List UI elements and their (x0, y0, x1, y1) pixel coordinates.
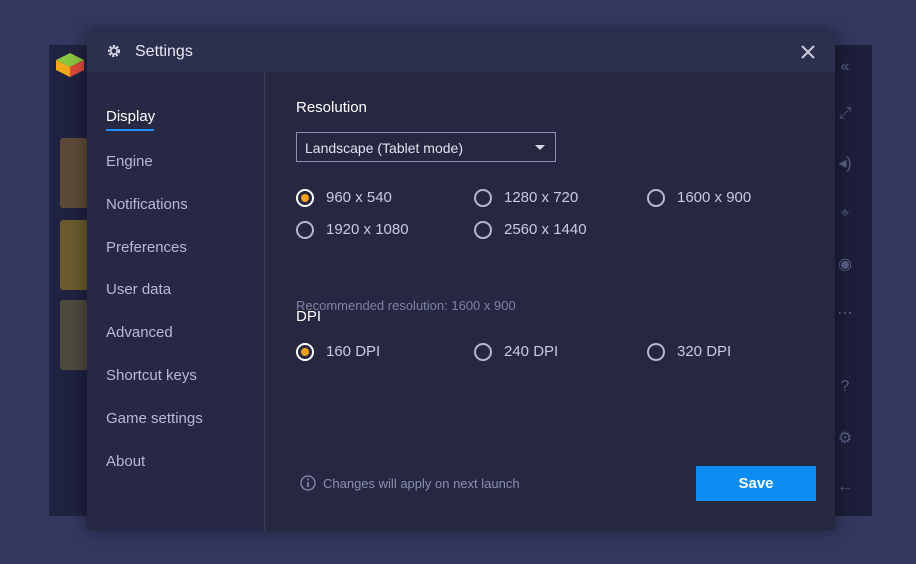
sidebar-item-shortcut-keys[interactable]: Shortcut keys (106, 367, 197, 384)
radio-circle (474, 343, 492, 361)
resolution-radio-1600x900[interactable]: 1600 x 900 (647, 188, 787, 210)
sidebar-item-advanced[interactable]: Advanced (106, 324, 173, 341)
settings-sidebar: Display Engine Notifications Preferences… (87, 72, 265, 530)
sidebar-item-label: Notifications (106, 196, 188, 213)
radio-selected-dot (301, 348, 309, 356)
settings-dialog: Settings Display Engine Notifications Pr… (87, 32, 835, 530)
radio-label: 1280 x 720 (504, 189, 579, 206)
radio-label: 320 DPI (677, 343, 732, 360)
radio-circle (647, 343, 665, 361)
resolution-radio-1280x720[interactable]: 1280 x 720 (474, 188, 614, 210)
volume-icon: ◂) (838, 155, 852, 172)
radio-label: 960 x 540 (326, 189, 392, 206)
background-game-thumbnail (60, 220, 88, 290)
close-icon[interactable] (797, 41, 819, 63)
sidebar-item-label: User data (106, 281, 172, 298)
sidebar-item-game-settings[interactable]: Game settings (106, 410, 203, 427)
radio-circle (296, 343, 314, 361)
sidebar-item-notifications[interactable]: Notifications (106, 196, 188, 213)
eye-icon: ◉ (838, 256, 852, 273)
sidebar-item-label: Preferences (106, 239, 187, 256)
radio-circle (296, 189, 314, 207)
settings-icon: ⚙ (837, 430, 853, 447)
sidebar-item-label: Game settings (106, 410, 203, 427)
active-tab-indicator (106, 129, 154, 131)
dialog-title: Settings (135, 43, 193, 60)
dpi-radio-240[interactable]: 240 DPI (474, 342, 614, 364)
dpi-radio-160[interactable]: 160 DPI (296, 342, 436, 364)
recommended-resolution-text: Recommended resolution: 1600 x 900 (296, 298, 516, 313)
collapse-icon: « (840, 58, 850, 75)
dpi-radio-320[interactable]: 320 DPI (647, 342, 787, 364)
radio-circle (296, 221, 314, 239)
fullscreen-icon: ⤢ (838, 105, 852, 122)
screen-record-icon: ⌖ (840, 205, 850, 222)
sidebar-item-user-data[interactable]: User data (106, 281, 171, 298)
radio-circle (474, 221, 492, 239)
sidebar-item-preferences[interactable]: Preferences (106, 239, 187, 256)
resolution-radio-960x540[interactable]: 960 x 540 (296, 188, 436, 210)
app-logo-icon (56, 53, 84, 77)
sidebar-item-label: Shortcut keys (106, 367, 197, 384)
radio-selected-dot (301, 194, 309, 202)
sidebar-item-about[interactable]: About (106, 453, 145, 470)
orientation-select-value: Landscape (Tablet mode) (305, 140, 463, 156)
resolution-section-title: Resolution (296, 99, 367, 116)
orientation-select[interactable]: Landscape (Tablet mode) (296, 132, 556, 162)
info-icon (300, 475, 316, 491)
save-button[interactable]: Save (696, 466, 816, 501)
sidebar-item-display[interactable]: Display (106, 108, 156, 131)
radio-label: 160 DPI (326, 343, 381, 360)
background-game-thumbnail (60, 300, 88, 370)
radio-circle (647, 189, 665, 207)
resolution-radio-1920x1080[interactable]: 1920 x 1080 (296, 220, 436, 242)
sidebar-item-label: Display (106, 108, 156, 125)
sidebar-item-label: Advanced (106, 324, 173, 341)
background-game-thumbnail (60, 138, 88, 208)
sidebar-item-label: Engine (106, 153, 153, 170)
more-icon: ⋯ (837, 305, 853, 322)
resolution-radio-2560x1440[interactable]: 2560 x 1440 (474, 220, 614, 242)
help-icon: ? (840, 378, 850, 395)
radio-label: 1920 x 1080 (326, 221, 409, 238)
sidebar-item-engine[interactable]: Engine (106, 153, 153, 170)
radio-label: 240 DPI (504, 343, 559, 360)
radio-label: 2560 x 1440 (504, 221, 587, 238)
radio-label: 1600 x 900 (677, 189, 752, 206)
dpi-section-title: DPI (296, 308, 322, 325)
chevron-down-icon (535, 145, 545, 150)
radio-circle (474, 189, 492, 207)
sidebar-item-label: About (106, 453, 146, 470)
dialog-titlebar: Settings (87, 32, 835, 72)
gear-icon (107, 44, 121, 58)
back-icon: ← (837, 478, 853, 495)
display-settings-panel: Resolution Landscape (Tablet mode) 960 x… (266, 72, 835, 530)
restart-notice-text: Changes will apply on next launch (323, 476, 520, 491)
